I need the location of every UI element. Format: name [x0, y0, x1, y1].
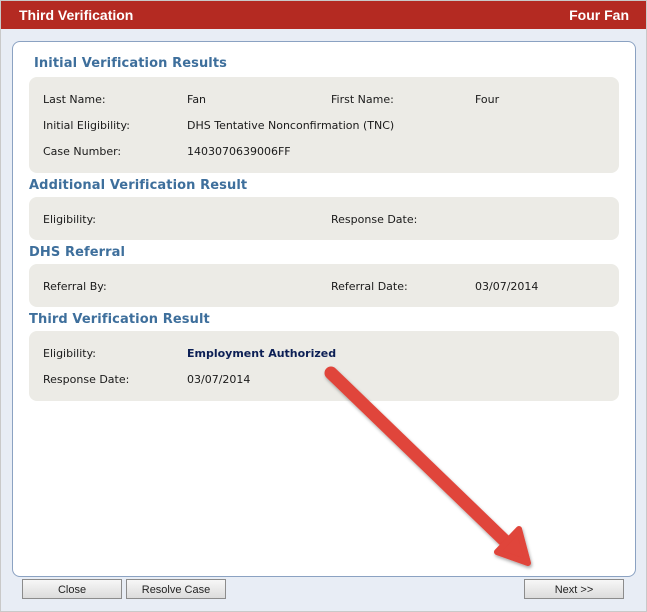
third-response-date-label: Response Date: — [43, 373, 130, 386]
referral-date-label: Referral Date: — [331, 280, 408, 293]
close-button[interactable]: Close — [22, 579, 122, 599]
additional-eligibility-label: Eligibility: — [43, 213, 96, 226]
next-button[interactable]: Next >> — [524, 579, 624, 599]
third-eligibility-label: Eligibility: — [43, 347, 96, 360]
third-eligibility-value: Employment Authorized — [187, 347, 337, 360]
third-verification-window: Third Verification Four Fan Initial Veri… — [0, 0, 647, 612]
employee-name: Four Fan — [569, 7, 629, 23]
initial-verification-heading: Initial Verification Results — [34, 56, 228, 71]
title-bar: Third Verification Four Fan — [1, 1, 646, 29]
window-title: Third Verification — [19, 7, 134, 23]
initial-eligibility-value: DHS Tentative Nonconfirmation (TNC) — [187, 119, 395, 132]
case-number-label: Case Number: — [43, 145, 122, 158]
initial-verification-box: Last Name: Fan First Name: Four Initial … — [29, 77, 619, 173]
referral-by-label: Referral By: — [43, 280, 107, 293]
content-panel: Initial Verification Results Last Name: … — [12, 41, 636, 577]
additional-response-date-label: Response Date: — [331, 213, 418, 226]
resolve-case-button[interactable]: Resolve Case — [126, 579, 226, 599]
third-verification-box: Eligibility: Employment Authorized Respo… — [29, 331, 619, 401]
initial-eligibility-label: Initial Eligibility: — [43, 119, 130, 132]
first-name-value: Four — [475, 93, 500, 106]
additional-verification-heading: Additional Verification Result — [29, 178, 248, 193]
dhs-referral-box: Referral By: Referral Date: 03/07/2014 — [29, 264, 619, 307]
third-verification-heading: Third Verification Result — [29, 312, 210, 327]
first-name-label: First Name: — [331, 93, 394, 106]
referral-date-value: 03/07/2014 — [475, 280, 539, 293]
additional-verification-box: Eligibility: Response Date: — [29, 197, 619, 240]
last-name-label: Last Name: — [43, 93, 106, 106]
case-number-value: 1403070639006FF — [187, 145, 291, 158]
dhs-referral-heading: DHS Referral — [29, 245, 126, 260]
third-response-date-value: 03/07/2014 — [187, 373, 251, 386]
last-name-value: Fan — [187, 93, 207, 106]
